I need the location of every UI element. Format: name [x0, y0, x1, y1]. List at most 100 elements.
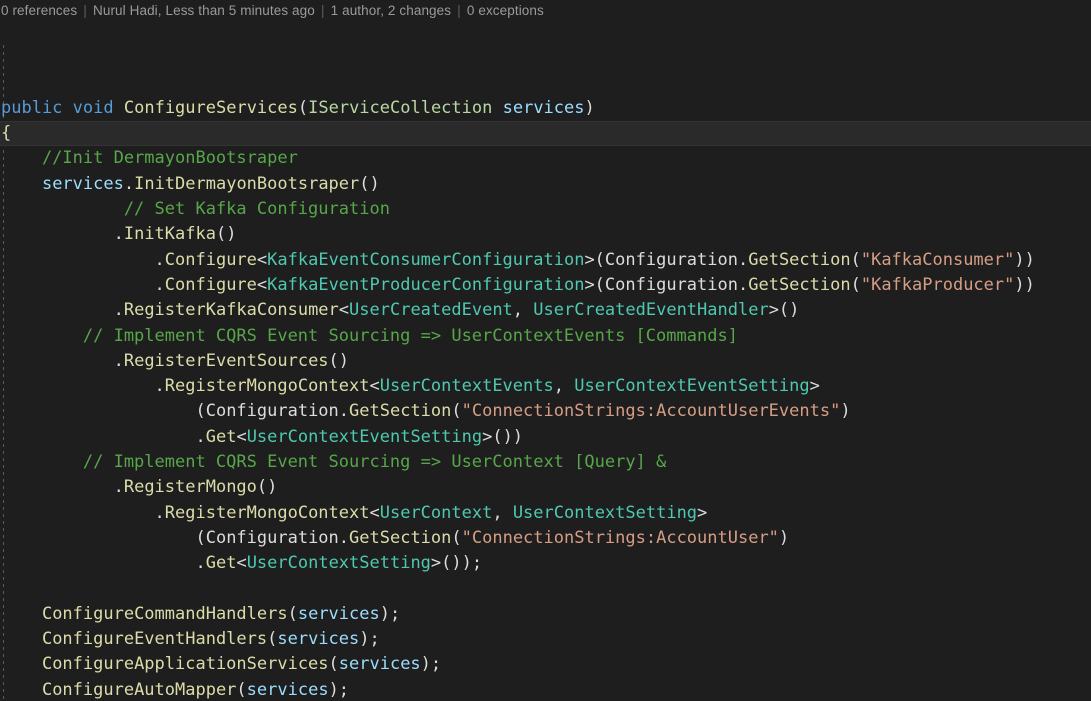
code-token: // Set Kafka Configuration: [1, 199, 390, 220]
line-configure-producer[interactable]: .Configure<KafkaEventProducerConfigurati…: [0, 273, 1091, 298]
line-register-event-sources[interactable]: .RegisterEventSources(): [0, 349, 1091, 374]
code-token: ConfigureEventHandlers: [41, 629, 268, 650]
code-token: Configuration: [604, 274, 738, 295]
code-token: Get: [205, 426, 237, 447]
code-token: )): [1014, 249, 1035, 270]
codelens-item-3[interactable]: 0 exceptions: [467, 3, 544, 18]
code-token: Configuration: [205, 401, 339, 422]
code-token: ): [778, 527, 790, 548]
code-token: <: [338, 300, 350, 321]
line-configure-application-services[interactable]: ConfigureApplicationServices(services);: [0, 652, 1091, 677]
code-token: public: [1, 97, 63, 118]
line-blank-1[interactable]: [0, 577, 1091, 602]
line-configure-consumer[interactable]: .Configure<KafkaEventConsumerConfigurati…: [0, 248, 1091, 273]
codelens-item-0[interactable]: 0 references: [1, 3, 77, 18]
code-token: <: [369, 376, 380, 397]
code-token: InitDermayonBootsraper: [134, 173, 360, 194]
code-token: ,: [492, 502, 513, 523]
code-token: Configure: [164, 274, 257, 295]
code-token: ConfigureAutoMapper: [41, 679, 237, 700]
codelens-header: 0 references | Nurul Hadi, Less than 5 min…: [0, 0, 1091, 20]
code-token: services: [338, 654, 421, 675]
code-token: (: [451, 527, 462, 548]
code-token: services: [297, 603, 380, 624]
code-token: .: [154, 274, 165, 295]
code-token: >: [809, 376, 820, 397]
line-get-event-setting[interactable]: .Get<UserContextEventSetting>()): [0, 425, 1091, 450]
code-token: UserContextSetting: [512, 502, 698, 523]
code-token: (): [215, 224, 237, 245]
code-token: >(: [584, 274, 605, 295]
code-token: (: [328, 654, 339, 675]
code-token: <: [236, 426, 247, 447]
line-register-mongo[interactable]: .RegisterMongo(): [0, 475, 1091, 500]
code-token: // Implement CQRS Event Sourcing => User…: [1, 325, 738, 346]
code-editor-surface[interactable]: public void ConfigureServices(IServiceCo…: [0, 20, 1091, 701]
code-token: UserCreatedEventHandler: [533, 300, 769, 321]
code-token: UserContextEventSetting: [574, 376, 810, 397]
line-getsection-account-user[interactable]: (Configuration.GetSection("ConnectionStr…: [0, 526, 1091, 551]
line-getsection-account-user-events[interactable]: (Configuration.GetSection("ConnectionStr…: [0, 399, 1091, 424]
code-lines-container: public void ConfigureServices(IServiceCo…: [0, 96, 1091, 701]
line-init-bootsraper[interactable]: services.InitDermayonBootsraper(): [0, 172, 1091, 197]
code-token: (: [850, 249, 861, 270]
code-token: UserContextEventSetting: [246, 426, 483, 447]
code-token: GetSection: [349, 527, 452, 548]
code-token: );: [420, 654, 442, 675]
code-token: .: [195, 426, 206, 447]
line-init-kafka[interactable]: .InitKafka(): [0, 222, 1091, 247]
code-token: UserContextEvents: [379, 376, 554, 397]
code-token: .: [123, 173, 135, 194]
code-token: <: [369, 502, 380, 523]
code-token: ConfigureCommandHandlers: [41, 603, 288, 624]
code-token: .: [113, 224, 124, 245]
line-get-context-setting[interactable]: .Get<UserContextSetting>());: [0, 551, 1091, 576]
line-register-mongo-context-events[interactable]: .RegisterMongoContext<UserContextEvents,…: [0, 374, 1091, 399]
line-comment-cqrs-query[interactable]: // Implement CQRS Event Sourcing => User…: [0, 450, 1091, 475]
code-token: RegisterMongo: [123, 477, 257, 498]
code-token: >()): [482, 426, 524, 447]
code-token: GetSection: [748, 249, 851, 270]
code-token: (: [287, 603, 298, 624]
code-token: "KafkaProducer": [860, 274, 1015, 295]
line-configure-command-handlers[interactable]: ConfigureCommandHandlers(services);: [0, 602, 1091, 627]
codelens-item-2[interactable]: 1 author, 2 changes: [331, 3, 452, 18]
codelens-item-1[interactable]: Nurul Hadi, Less than 5 minutes ago: [93, 3, 315, 18]
code-token: );: [379, 603, 401, 624]
line-open-brace[interactable]: {: [0, 121, 1091, 147]
code-token: RegisterMongoContext: [164, 502, 370, 523]
code-token: Configure: [164, 249, 257, 270]
code-token: .: [154, 249, 165, 270]
code-token: .: [154, 376, 165, 397]
code-token: ): [840, 401, 851, 422]
line-signature[interactable]: public void ConfigureServices(IServiceCo…: [0, 96, 1091, 121]
line-configure-event-handlers[interactable]: ConfigureEventHandlers(services);: [0, 627, 1091, 652]
line-comment-kafka[interactable]: // Set Kafka Configuration: [0, 197, 1091, 222]
code-token: ConfigureApplicationServices: [41, 654, 329, 675]
code-token: >());: [430, 553, 483, 574]
code-token: (): [256, 477, 278, 498]
code-token: (: [451, 401, 462, 422]
line-comment-init[interactable]: //Init DermayonBootsraper: [0, 146, 1091, 171]
code-token: "ConnectionStrings:AccountUser": [461, 527, 779, 548]
code-token: ,: [553, 376, 575, 397]
line-configure-automapper[interactable]: ConfigureAutoMapper(services);: [0, 678, 1091, 701]
code-token: {: [1, 123, 12, 144]
line-register-kafka-consumer[interactable]: .RegisterKafkaConsumer<UserCreatedEvent,…: [0, 298, 1091, 323]
code-token: RegisterEventSources: [123, 350, 329, 371]
line-comment-cqrs-commands[interactable]: // Implement CQRS Event Sourcing => User…: [0, 324, 1091, 349]
line-register-mongo-context[interactable]: .RegisterMongoContext<UserContext, UserC…: [0, 501, 1091, 526]
codelens-separator: |: [457, 2, 461, 18]
code-token: KafkaEventProducerConfiguration: [267, 274, 585, 295]
